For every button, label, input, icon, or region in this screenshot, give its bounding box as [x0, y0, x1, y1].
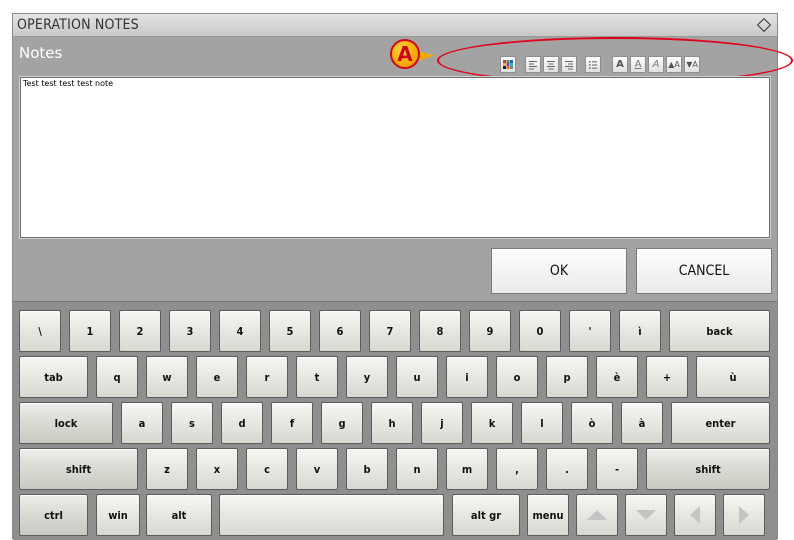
- key-1[interactable]: 1: [69, 310, 111, 352]
- key-shift-left[interactable]: shift: [19, 448, 138, 490]
- key-shift-right[interactable]: shift: [646, 448, 770, 490]
- italic-icon: A: [652, 59, 660, 70]
- key-comma[interactable]: ,: [496, 448, 538, 490]
- key-9[interactable]: 9: [469, 310, 511, 352]
- key-arrow-right[interactable]: [723, 494, 765, 536]
- key-w[interactable]: w: [146, 356, 188, 398]
- key-m[interactable]: m: [446, 448, 488, 490]
- key-6[interactable]: 6: [319, 310, 361, 352]
- key-l[interactable]: l: [521, 402, 563, 444]
- bullet-list-button[interactable]: [585, 56, 601, 73]
- key-a-grave[interactable]: à: [621, 402, 663, 444]
- cancel-button[interactable]: CANCEL: [636, 248, 772, 294]
- key-z[interactable]: z: [146, 448, 188, 490]
- key-k[interactable]: k: [471, 402, 513, 444]
- align-left-button[interactable]: [525, 56, 541, 73]
- key-a[interactable]: a: [121, 402, 163, 444]
- bullet-list-icon: [588, 60, 598, 70]
- operation-notes-window: OPERATION NOTES Notes A A A A ▲A ▼A Test…: [12, 13, 793, 540]
- key-f[interactable]: f: [271, 402, 313, 444]
- key-o-grave[interactable]: ò: [571, 402, 613, 444]
- align-right-button[interactable]: [561, 56, 577, 73]
- key-alt[interactable]: alt: [146, 494, 212, 536]
- key-n[interactable]: n: [396, 448, 438, 490]
- key-tab[interactable]: tab: [19, 356, 88, 398]
- key-period[interactable]: .: [546, 448, 588, 490]
- on-screen-keyboard: \ 1 2 3 4 5 6 7 8 9 0 ' ì back tab q w e…: [13, 301, 777, 540]
- arrow-down-icon: [636, 510, 656, 520]
- key-alt-gr[interactable]: alt gr: [452, 494, 520, 536]
- key-i[interactable]: i: [446, 356, 488, 398]
- bold-button[interactable]: A: [612, 56, 628, 73]
- key-h[interactable]: h: [371, 402, 413, 444]
- key-5[interactable]: 5: [269, 310, 311, 352]
- key-b[interactable]: b: [346, 448, 388, 490]
- key-plus[interactable]: +: [646, 356, 688, 398]
- font-decrease-icon: ▼A: [686, 60, 698, 69]
- align-center-button[interactable]: [543, 56, 559, 73]
- key-arrow-up[interactable]: [576, 494, 618, 536]
- key-2[interactable]: 2: [119, 310, 161, 352]
- notes-textarea[interactable]: Test test test test note: [19, 76, 771, 239]
- key-3[interactable]: 3: [169, 310, 211, 352]
- font-decrease-button[interactable]: ▼A: [684, 56, 700, 73]
- key-p[interactable]: p: [546, 356, 588, 398]
- bold-icon: A: [616, 59, 624, 70]
- key-x[interactable]: x: [196, 448, 238, 490]
- key-ctrl[interactable]: ctrl: [19, 494, 88, 536]
- key-lock[interactable]: lock: [19, 402, 113, 444]
- font-increase-button[interactable]: ▲A: [666, 56, 682, 73]
- key-e[interactable]: e: [196, 356, 238, 398]
- key-7[interactable]: 7: [369, 310, 411, 352]
- key-d[interactable]: d: [221, 402, 263, 444]
- key-back[interactable]: back: [669, 310, 770, 352]
- key-minus[interactable]: -: [596, 448, 638, 490]
- key-enter[interactable]: enter: [671, 402, 770, 444]
- color-palette-button[interactable]: [500, 56, 516, 73]
- key-win[interactable]: win: [96, 494, 140, 536]
- align-right-icon: [564, 60, 574, 70]
- key-j[interactable]: j: [421, 402, 463, 444]
- arrow-right-icon: [739, 506, 749, 524]
- font-increase-icon: ▲A: [668, 60, 680, 69]
- key-u-grave[interactable]: ù: [696, 356, 770, 398]
- key-4[interactable]: 4: [219, 310, 261, 352]
- diamond-icon[interactable]: [756, 17, 772, 33]
- key-v[interactable]: v: [296, 448, 338, 490]
- arrow-up-icon: [587, 510, 607, 520]
- align-center-icon: [546, 60, 556, 70]
- key-backslash[interactable]: \: [19, 310, 61, 352]
- key-q[interactable]: q: [96, 356, 138, 398]
- key-menu[interactable]: menu: [527, 494, 569, 536]
- key-y[interactable]: y: [346, 356, 388, 398]
- title-bar: OPERATION NOTES: [13, 14, 777, 37]
- align-left-icon: [528, 60, 538, 70]
- notes-label: Notes: [19, 44, 63, 62]
- key-apostrophe[interactable]: ': [569, 310, 611, 352]
- key-0[interactable]: 0: [519, 310, 561, 352]
- key-space[interactable]: [219, 494, 444, 536]
- key-s[interactable]: s: [171, 402, 213, 444]
- color-palette-icon: [503, 60, 513, 69]
- key-arrow-left[interactable]: [674, 494, 716, 536]
- key-u[interactable]: u: [396, 356, 438, 398]
- key-i-grave[interactable]: ì: [619, 310, 661, 352]
- key-e-grave[interactable]: è: [596, 356, 638, 398]
- callout-badge: A: [390, 39, 420, 69]
- underline-button[interactable]: A: [630, 56, 646, 73]
- key-t[interactable]: t: [296, 356, 338, 398]
- key-8[interactable]: 8: [419, 310, 461, 352]
- key-r[interactable]: r: [246, 356, 288, 398]
- key-g[interactable]: g: [321, 402, 363, 444]
- ok-button[interactable]: OK: [491, 248, 627, 294]
- italic-button[interactable]: A: [648, 56, 664, 73]
- key-arrow-down[interactable]: [625, 494, 667, 536]
- window-title: OPERATION NOTES: [17, 17, 139, 33]
- key-c[interactable]: c: [246, 448, 288, 490]
- underline-icon: A: [634, 59, 642, 70]
- arrow-left-icon: [690, 506, 700, 524]
- key-o[interactable]: o: [496, 356, 538, 398]
